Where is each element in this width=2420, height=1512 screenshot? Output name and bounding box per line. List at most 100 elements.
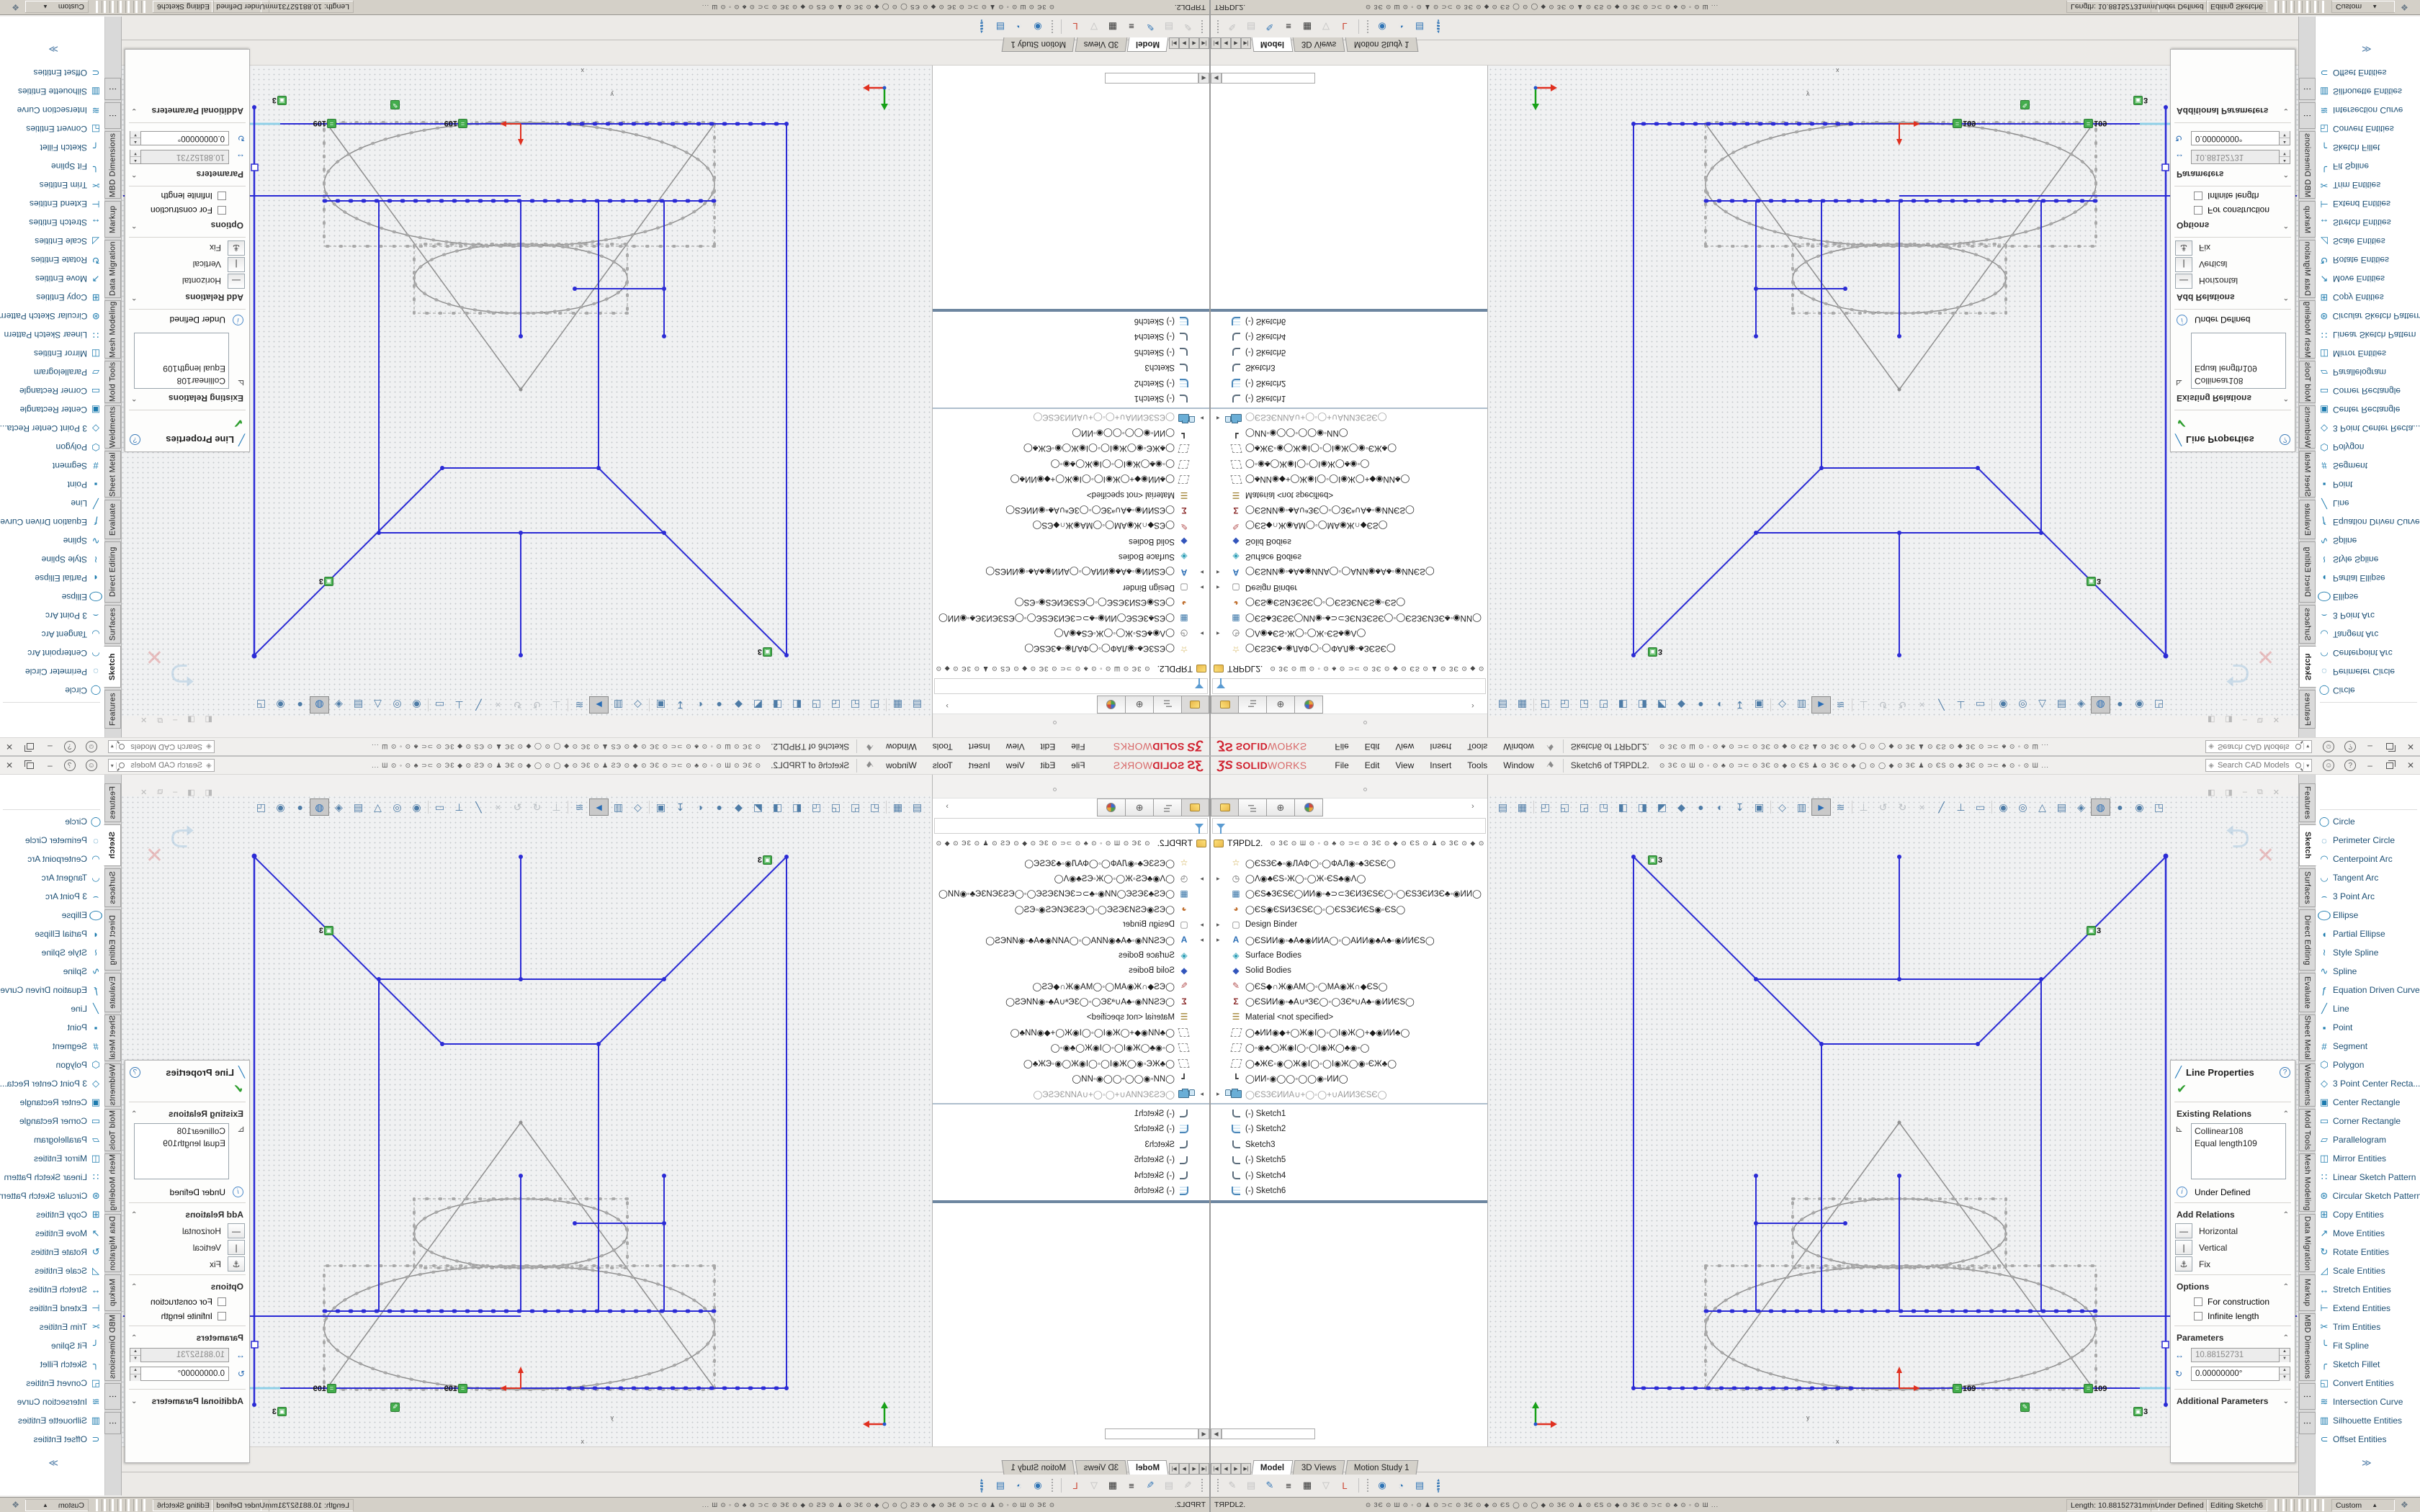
bottom-toolbar-icon-9[interactable]: ◔ — [1010, 1480, 1028, 1491]
angle-spinner[interactable]: ▲▼ — [130, 131, 140, 145]
cancel-sketch-icon[interactable]: ✕ — [2257, 644, 2275, 669]
menu-edit[interactable]: Edit — [1033, 757, 1064, 773]
tool-convert-entities[interactable]: ◱Convert Entities — [0, 120, 104, 138]
headsup-icon-32[interactable]: ◉ — [271, 798, 290, 816]
user-account-icon[interactable]: ☺ — [2323, 760, 2334, 771]
command-tab--[interactable]: ⋮ — [104, 78, 121, 100]
tab-dimxpert[interactable] — [1097, 798, 1125, 816]
tab-configuration-manager[interactable]: ⊕ — [1267, 696, 1295, 714]
search-dropdown-icon[interactable]: ▾ — [2303, 762, 2311, 769]
add-relation-vertical[interactable]: |Vertical — [2171, 256, 2295, 273]
tab-configuration-manager[interactable]: ⊕ — [1125, 798, 1153, 816]
headsup-icon-33[interactable]: ◳ — [2149, 696, 2169, 714]
headsup-icon-24[interactable]: ▭ — [430, 798, 449, 816]
headsup-icon-13[interactable]: ▣ — [651, 798, 671, 816]
tool-style-spline[interactable]: ≀Style Spline — [0, 550, 104, 569]
headsup-icon-11[interactable]: ◐ — [690, 696, 709, 714]
expand-icon[interactable]: ⌄ — [2283, 1398, 2289, 1405]
child-window-button-icon[interactable]: ◧ — [200, 788, 218, 797]
command-tab-direct-editing[interactable]: Direct Editing — [2299, 541, 2316, 603]
more-tools-icon[interactable]: ≫ — [2362, 1457, 2372, 1469]
accept-button[interactable]: ✔ — [125, 1081, 249, 1099]
tool-offset-entities[interactable]: ⊂Offset Entities — [0, 63, 104, 82]
headsup-icon-9[interactable]: ◆ — [729, 798, 748, 816]
headsup-icon-21[interactable]: × — [488, 798, 508, 816]
command-tab--[interactable]: ⋮ — [104, 1383, 121, 1410]
headsup-icon-20[interactable]: ↻ — [508, 696, 527, 714]
tool-rotate-entities[interactable]: ↻Rotate Entities — [2316, 251, 2420, 269]
child-window-button-icon[interactable]: ◨ — [182, 788, 200, 797]
tool-silhouette-entities[interactable]: ▥Silhouette Entities — [0, 82, 104, 101]
bottom-toolbar-icon-4[interactable]: ▦ — [1298, 1480, 1317, 1491]
tool-style-spline[interactable]: ≀Style Spline — [0, 943, 104, 962]
headsup-icon-22[interactable]: ╱ — [1932, 696, 1951, 714]
headsup-icon-21[interactable]: × — [1912, 798, 1932, 816]
tree-item[interactable]: (-) Sketch2 — [1211, 1122, 1488, 1137]
command-tab--[interactable]: ⋮ — [2299, 1412, 2316, 1434]
checkbox[interactable] — [218, 1297, 226, 1306]
tool-intersection-curve[interactable]: ≋Intersection Curve — [2316, 101, 2420, 120]
child-window-button-icon[interactable]: ✕ — [135, 715, 152, 724]
tree-item[interactable]: ◈Surface Bodies — [932, 948, 1209, 963]
tree-item[interactable]: ✎◯ЄЅ◆∩Ж◉АМ◯◦◯МА◉Ж∩◆ЄЅ◯ — [1211, 518, 1488, 533]
headsup-icon-7[interactable]: ◨ — [1633, 798, 1652, 816]
tool-copy-entities[interactable]: ⊞Copy Entities — [0, 288, 104, 307]
cancel-sketch-icon[interactable]: ✕ — [145, 644, 163, 669]
command-tab-direct-editing[interactable]: Direct Editing — [2299, 909, 2316, 971]
add-relation-vertical[interactable]: |Vertical — [125, 1239, 249, 1256]
tool-move-entities[interactable]: ↗Move Entities — [0, 269, 104, 288]
headsup-icon-3[interactable]: ◱ — [1555, 696, 1574, 714]
tree-scrollbar[interactable]: ◀ — [1105, 73, 1209, 84]
tool-line[interactable]: ╱Line — [2316, 999, 2420, 1018]
tool-corner-rectangle[interactable]: ▭Corner Rectangle — [2316, 1112, 2420, 1130]
length-spinner[interactable]: ▲▼ — [2280, 1348, 2290, 1362]
headsup-icon-0[interactable]: ▤ — [908, 696, 927, 714]
model-tab-nav-icon[interactable]: |◀ — [1211, 1463, 1221, 1475]
headsup-icon-19[interactable]: ↺ — [1873, 696, 1893, 714]
command-tab-features[interactable]: Features — [104, 690, 121, 729]
tool-scale-entities[interactable]: ◿Scale Entities — [0, 1261, 104, 1280]
scroll-left-icon[interactable]: ◀ — [1198, 1428, 1209, 1439]
headsup-icon-32[interactable]: ◉ — [2130, 798, 2149, 816]
tab-feature-tree[interactable] — [1181, 696, 1209, 714]
pin-icon[interactable]: ⚑ — [1544, 759, 1556, 772]
bottom-toolbar-icon-10[interactable]: ▤ — [991, 1480, 1010, 1491]
tool-perimeter-circle[interactable]: ◌Perimeter Circle — [0, 662, 104, 681]
panel-help-icon[interactable]: ? — [2280, 1067, 2290, 1078]
tool-ellipse[interactable]: ◯Ellipse — [0, 588, 104, 606]
tool-point[interactable]: ▪Point — [2316, 1018, 2420, 1037]
tool-circular-sketch-pattern[interactable]: ⊛Circular Sketch Pattern — [0, 307, 104, 325]
tree-item[interactable]: Sketch3 — [932, 360, 1209, 375]
child-window-button-icon[interactable]: ◧ — [2202, 715, 2220, 724]
tool-circular-sketch-pattern[interactable]: ⊛Circular Sketch Pattern — [2316, 307, 2420, 325]
option-for-construction[interactable]: For construction — [2171, 203, 2295, 217]
tool-trim-entities[interactable]: ✂Trim Entities — [2316, 1318, 2420, 1336]
collapse-icon[interactable]: ⌃ — [131, 1283, 137, 1291]
bottom-toolbar-icon-5[interactable]: ▽ — [1317, 21, 1335, 32]
tool-convert-entities[interactable]: ◱Convert Entities — [2316, 1374, 2420, 1392]
bottom-toolbar-icon-3[interactable]: ≡ — [1279, 22, 1298, 32]
tool-spline[interactable]: ∿Spline — [2316, 962, 2420, 981]
headsup-icon-26[interactable]: ◎ — [387, 696, 407, 714]
tool-mirror-entities[interactable]: ◫Mirror Entities — [0, 1149, 104, 1168]
tool-intersection-curve[interactable]: ≋Intersection Curve — [2316, 1392, 2420, 1411]
tab-dimxpert[interactable] — [1295, 798, 1323, 816]
tree-item[interactable]: ▸▢Design Binder — [932, 580, 1209, 595]
more-tools-icon[interactable]: ≫ — [2362, 43, 2372, 55]
headsup-icon-29[interactable]: ◈ — [2071, 696, 2091, 714]
tree-item[interactable]: (-) Sketch4 — [1211, 1168, 1488, 1183]
expand-arrow-icon[interactable]: ▸ — [1216, 921, 1224, 929]
bottom-toolbar-icon-4[interactable]: ▦ — [1298, 21, 1317, 32]
search-icon[interactable] — [119, 744, 125, 750]
headsup-icon-29[interactable]: ◈ — [329, 696, 349, 714]
tool-linear-sketch-pattern[interactable]: ∷Linear Sketch Pattern — [0, 1168, 104, 1187]
tool-convert-entities[interactable]: ◱Convert Entities — [2316, 120, 2420, 138]
tool-centerpoint-arc[interactable]: ◠Centerpoint Arc — [2316, 644, 2420, 662]
headsup-icon-8[interactable]: ◩ — [748, 798, 768, 816]
panel-help-icon[interactable]: ? — [130, 435, 140, 446]
splitter-dot[interactable] — [1053, 721, 1057, 724]
headsup-icon-1[interactable]: ▦ — [888, 696, 908, 714]
tree-filter-box[interactable] — [1212, 678, 1486, 694]
tree-item[interactable]: ▸◯ЄЅЗЄИИА∪+◯◦◯+∪АИИЗЄЅЄ◯ — [1211, 1086, 1488, 1102]
menu-insert[interactable]: Insert — [1422, 739, 1459, 755]
